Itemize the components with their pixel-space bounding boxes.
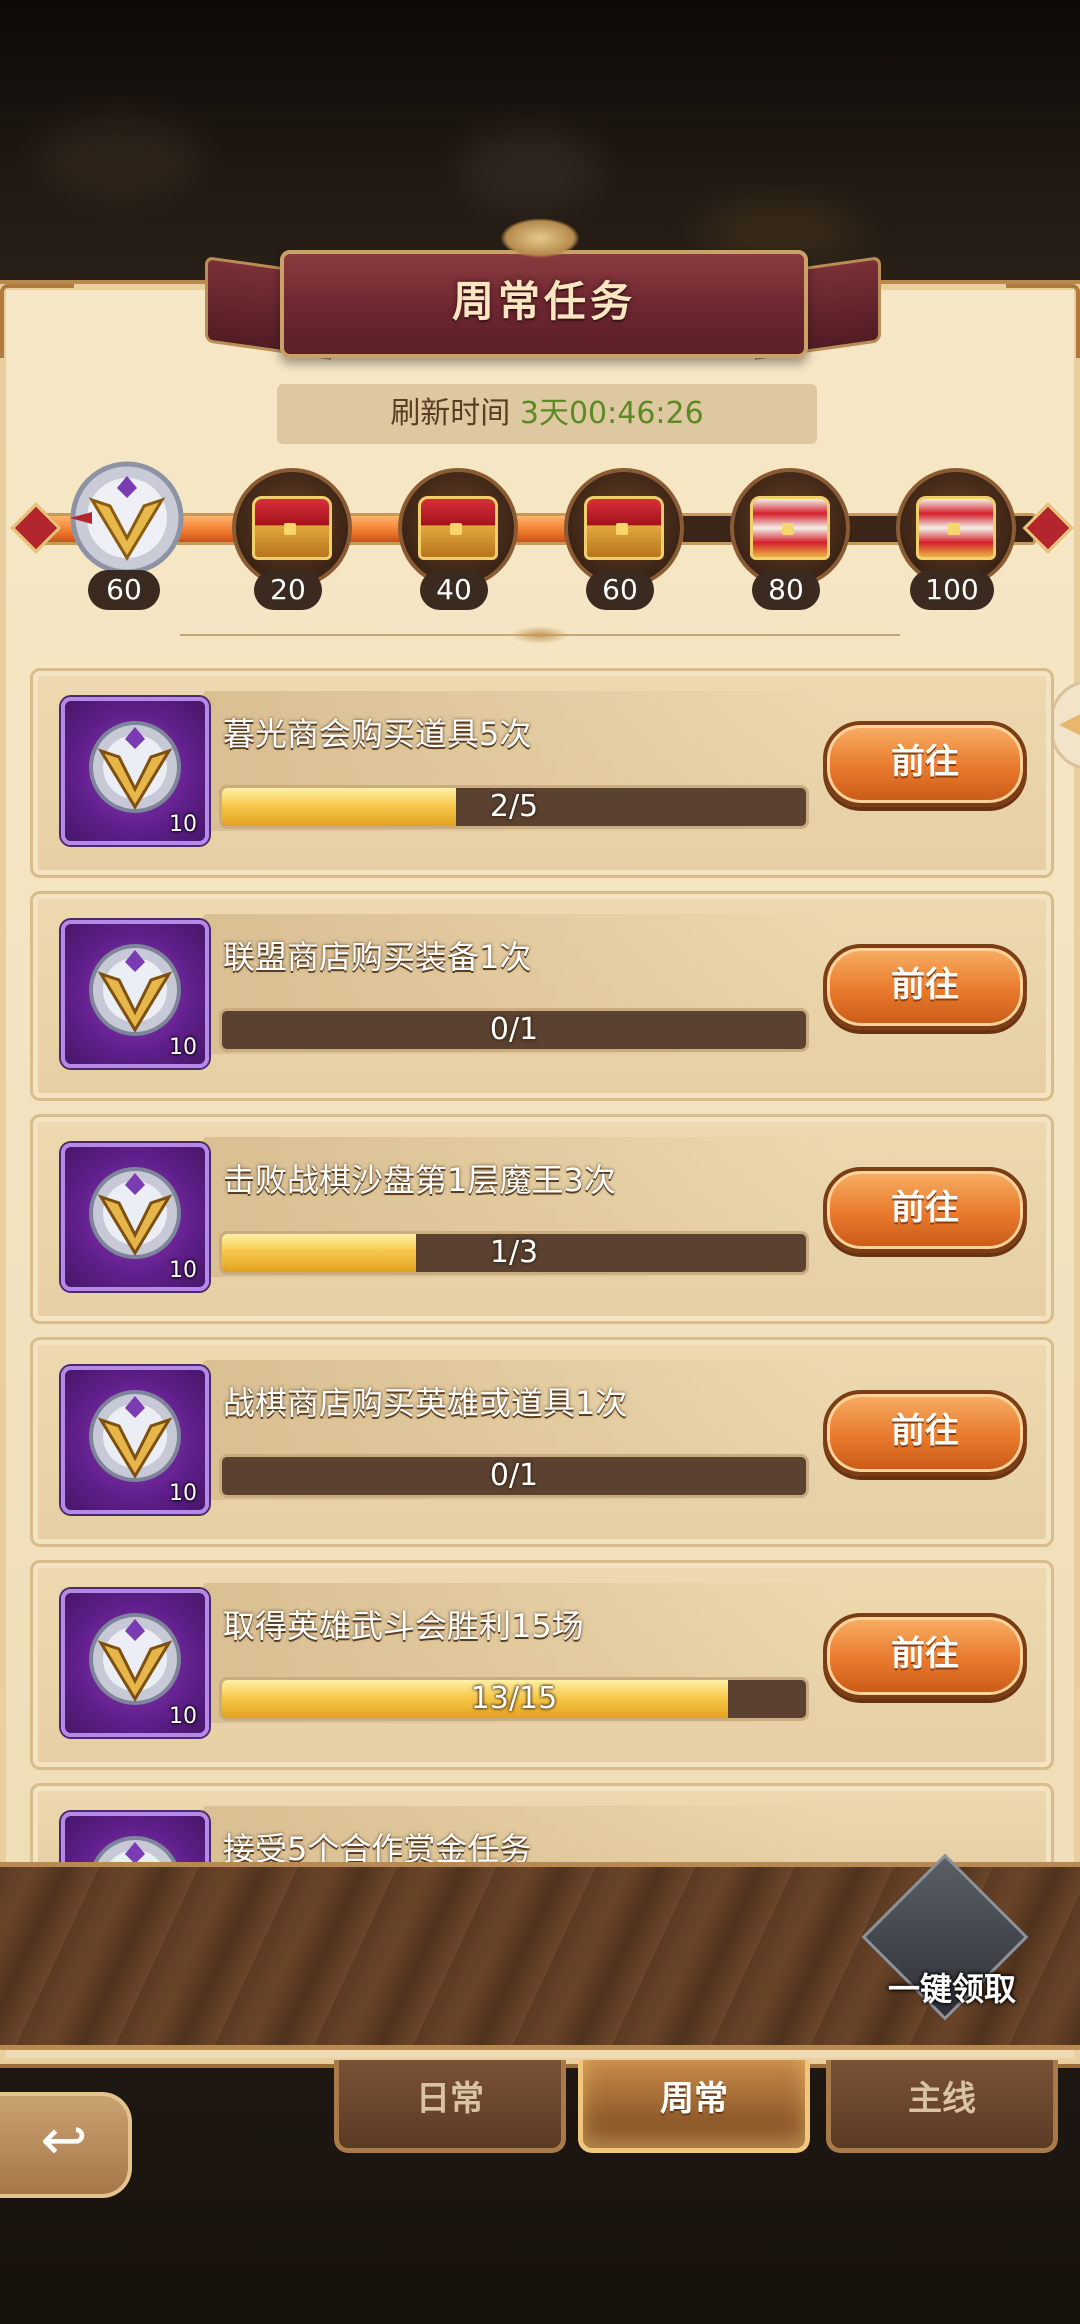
task-progress-text: 2/5 <box>489 789 539 824</box>
task-progress-bar: 2/5 <box>219 785 809 829</box>
go-button[interactable]: 前往 <box>823 1390 1027 1476</box>
tab-daily[interactable]: 日常 <box>334 2060 566 2153</box>
milestone-points: 20 <box>254 570 322 610</box>
refresh-label: 刷新时间 <box>390 396 511 431</box>
go-button[interactable]: 前往 <box>823 944 1027 1030</box>
treasure-chest-icon <box>584 496 664 560</box>
milestone-points: 80 <box>752 570 820 610</box>
milestone-points: 60 <box>586 570 654 610</box>
tab-main[interactable]: 主线 <box>826 2060 1058 2153</box>
banner-crest-ornament <box>500 218 580 258</box>
refresh-countdown: 3天00:46:26 <box>519 396 704 431</box>
milestone-points: 40 <box>420 570 488 610</box>
refresh-timer: 刷新时间 3天00:46:26 <box>277 384 817 444</box>
gold-treasure-chest-icon <box>916 496 996 560</box>
reward-medal-icon[interactable]: 10 <box>61 1143 209 1291</box>
gold-treasure-chest-icon <box>750 496 830 560</box>
treasure-chest-icon <box>252 496 332 560</box>
go-button[interactable]: 前往 <box>823 1613 1027 1699</box>
reward-medal-icon[interactable]: 10 <box>61 1366 209 1514</box>
task-card: 10 击败战棋沙盘第1层魔王3次 1/3 前往 <box>30 1114 1054 1324</box>
task-card: 10 取得英雄武斗会胜利15场 13/15 前往 <box>30 1560 1054 1770</box>
task-progress-text: 1/3 <box>489 1235 539 1270</box>
divider-ornament <box>510 626 570 644</box>
page-title: 周常任务 <box>451 277 636 326</box>
claim-all-button[interactable]: 一键领取 <box>888 1964 1038 2010</box>
task-progress-bar: 0/1 <box>219 1454 809 1498</box>
task-progress-bar: 1/3 <box>219 1231 809 1275</box>
task-title: 战棋商店购买英雄或道具1次 <box>223 1384 628 1422</box>
task-title: 联盟商店购买装备1次 <box>223 938 532 976</box>
go-button[interactable]: 前往 <box>823 721 1027 807</box>
task-card: 10 联盟商店购买装备1次 0/1 前往 <box>30 891 1054 1101</box>
reward-quantity: 10 <box>169 812 197 837</box>
task-title: 击败战棋沙盘第1层魔王3次 <box>223 1161 616 1199</box>
reward-quantity: 10 <box>169 1704 197 1729</box>
reward-medal-icon[interactable]: 10 <box>61 920 209 1068</box>
task-card: 10 战棋商店购买英雄或道具1次 0/1 前往 <box>30 1337 1054 1547</box>
reward-medal-icon[interactable]: 10 <box>61 1589 209 1737</box>
task-progress-text: 13/15 <box>470 1681 558 1716</box>
reward-quantity: 10 <box>169 1258 197 1283</box>
panel-corner-ornament <box>0 284 74 358</box>
reward-quantity: 10 <box>169 1481 197 1506</box>
task-card: 10 暮光商会购买道具5次 2/5 前往 <box>30 668 1054 878</box>
milestone-points: 100 <box>910 570 994 610</box>
task-progress-text: 0/1 <box>489 1012 539 1047</box>
task-progress-bar: 13/15 <box>219 1677 809 1721</box>
reward-quantity: 10 <box>169 1035 197 1060</box>
current-points: 60 <box>88 570 160 610</box>
task-title: 取得英雄武斗会胜利15场 <box>223 1607 584 1645</box>
back-button[interactable]: ↩ <box>0 2092 132 2198</box>
panel-corner-ornament <box>1006 284 1080 358</box>
reward-medal-icon[interactable]: 10 <box>61 697 209 845</box>
weekly-points-medal-icon <box>70 461 184 575</box>
task-progress-text: 0/1 <box>489 1458 539 1493</box>
treasure-chest-icon <box>418 496 498 560</box>
back-arrow-icon: ↩ <box>40 2108 88 2173</box>
go-button[interactable]: 前往 <box>823 1167 1027 1253</box>
tab-weekly[interactable]: 周常 <box>578 2060 810 2153</box>
task-title: 暮光商会购买道具5次 <box>223 715 532 753</box>
task-progress-bar: 0/1 <box>219 1008 809 1052</box>
